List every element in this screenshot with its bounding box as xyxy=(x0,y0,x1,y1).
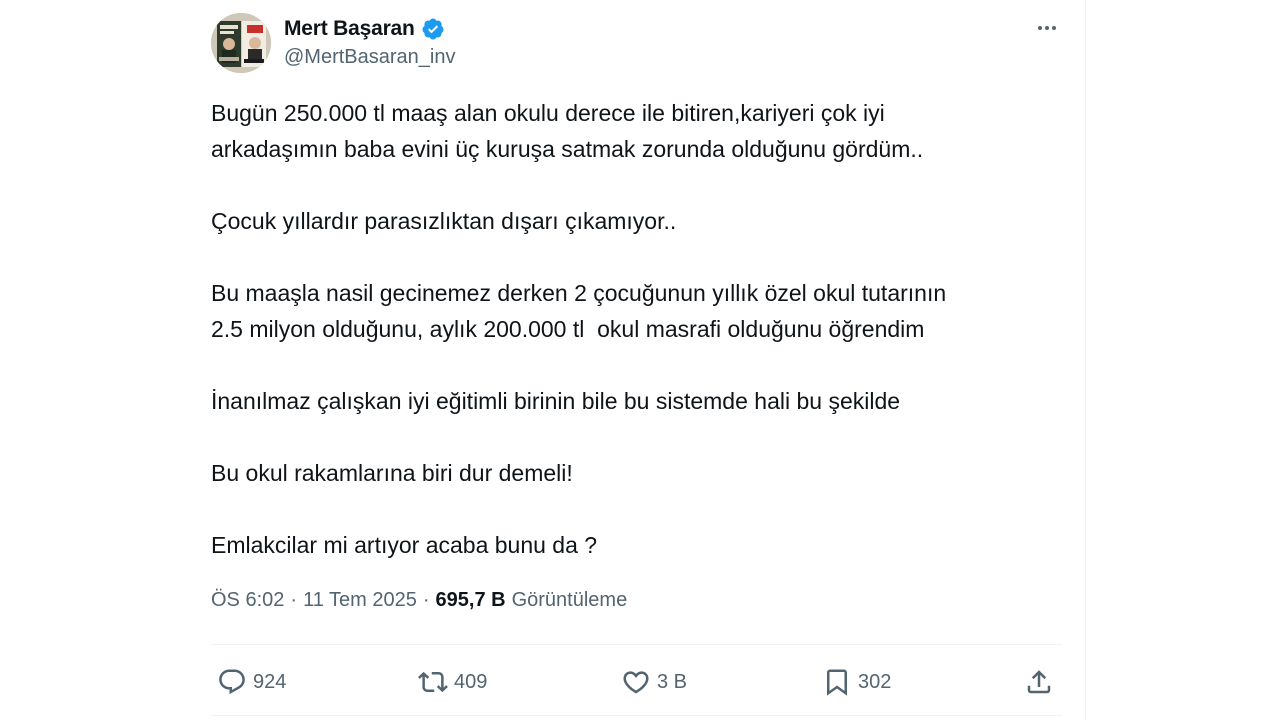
tweet-line: Bu maaşla nasil gecinemez derken 2 çocuğ… xyxy=(211,280,947,306)
tweet-line: Bu okul rakamlarına biri dur demeli! xyxy=(211,460,573,486)
like-count: 3 B xyxy=(657,670,688,693)
views-count[interactable]: 695,7 B xyxy=(436,589,506,612)
reply-icon xyxy=(219,669,245,695)
share-icon xyxy=(1027,670,1051,694)
verified-badge-icon[interactable] xyxy=(421,17,445,41)
share-button[interactable] xyxy=(1024,660,1054,704)
author-handle[interactable]: @MertBasaran_inv xyxy=(284,46,455,69)
meta-separator: · xyxy=(422,589,430,611)
meta-separator: · xyxy=(290,589,298,611)
bookmark-icon xyxy=(827,669,847,696)
retweet-icon xyxy=(418,671,448,693)
divider xyxy=(211,715,1062,716)
author-name-row[interactable]: Mert Başaran xyxy=(284,15,445,43)
retweet-button[interactable]: 409 xyxy=(418,660,487,704)
tweet-meta: ÖS 6:02 · 11 Tem 2025 · 695,7 B Görüntül… xyxy=(211,589,627,612)
avatar[interactable] xyxy=(211,13,271,73)
tweet-date[interactable]: 11 Tem 2025 xyxy=(303,589,417,612)
display-name[interactable]: Mert Başaran xyxy=(284,17,415,41)
bookmark-count: 302 xyxy=(858,670,892,693)
reply-count: 924 xyxy=(253,670,287,693)
heart-icon xyxy=(623,671,649,694)
reply-button[interactable]: 924 xyxy=(217,660,286,704)
tweet-line: 2.5 milyon olduğunu, aylık 200.000 tl ok… xyxy=(211,316,925,342)
tweet-time[interactable]: ÖS 6:02 xyxy=(211,589,284,612)
column-border xyxy=(1085,0,1086,720)
tweet-line: Bugün 250.000 tl maaş alan okulu derece … xyxy=(211,100,885,126)
more-dots-icon xyxy=(1038,26,1056,30)
tweet: Mert Başaran @MertBasaran_inv Bugün 250.… xyxy=(211,0,1062,720)
tweet-line: arkadaşımın baba evini üç kuruşa satmak … xyxy=(211,136,924,162)
retweet-count: 409 xyxy=(454,670,488,693)
action-bar: 924 409 3 B 302 xyxy=(211,660,1062,704)
views-label[interactable]: Görüntüleme xyxy=(512,589,628,612)
tweet-line: Çocuk yıllardır parasızlıktan dışarı çık… xyxy=(211,208,677,234)
bookmark-button[interactable]: 302 xyxy=(822,660,891,704)
divider xyxy=(211,644,1062,645)
tweet-line: İnanılmaz çalışkan iyi eğitimli birinin … xyxy=(211,388,901,414)
more-options-button[interactable] xyxy=(1029,14,1065,42)
tweet-text: Bugün 250.000 tl maaş alan okulu derece … xyxy=(211,95,1061,563)
tweet-line: Emlakcilar mi artıyor acaba bunu da ? xyxy=(211,532,598,558)
like-button[interactable]: 3 B xyxy=(621,660,687,704)
book-covers-avatar-icon xyxy=(211,13,271,73)
